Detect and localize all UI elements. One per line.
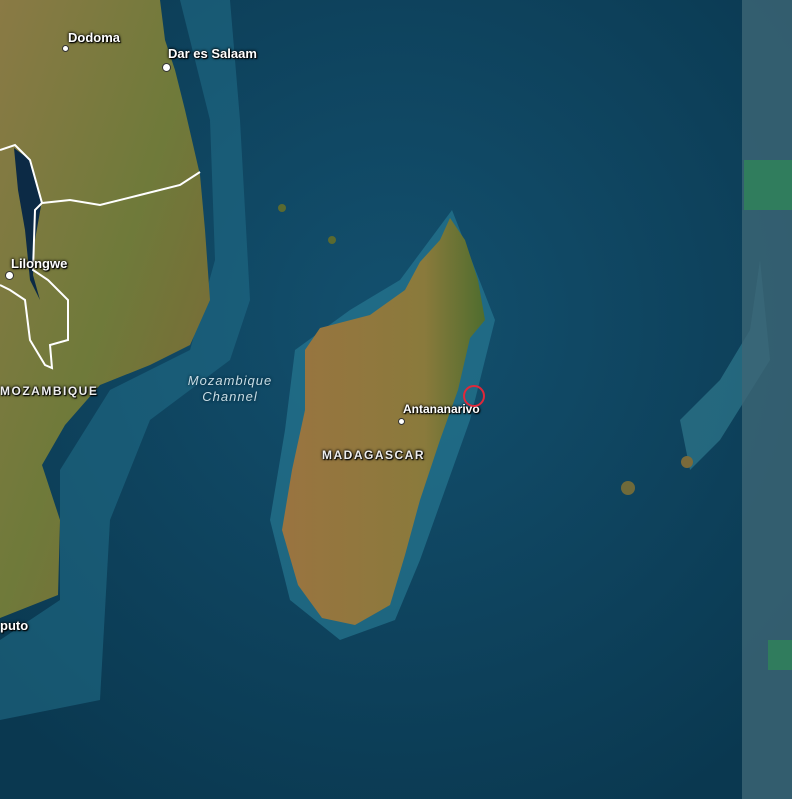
city-dot-lilongwe xyxy=(5,271,14,280)
imagery-band xyxy=(768,640,792,670)
city-dot-dar-es-salaam xyxy=(162,63,171,72)
comoros-island xyxy=(278,204,286,212)
comoros-island xyxy=(328,236,336,244)
reunion-island xyxy=(621,481,635,495)
mauritius-island xyxy=(681,456,693,468)
city-label-lilongwe[interactable]: Lilongwe xyxy=(11,256,67,271)
location-marker[interactable] xyxy=(463,385,485,407)
imagery-band xyxy=(744,160,792,210)
city-dot-dodoma xyxy=(62,45,69,52)
city-dot-antananarivo xyxy=(398,418,405,425)
country-label-mozambique[interactable]: MOZAMBIQUE xyxy=(0,384,98,398)
imagery-strip xyxy=(742,0,792,799)
city-label-dodoma[interactable]: Dodoma xyxy=(68,30,120,45)
map-canvas[interactable] xyxy=(0,0,792,799)
water-label-mozambique-channel[interactable]: Mozambique Channel xyxy=(175,373,285,405)
city-label-dar-es-salaam[interactable]: Dar es Salaam xyxy=(168,46,257,61)
city-label-maputo[interactable]: puto xyxy=(0,618,28,633)
country-label-madagascar[interactable]: MADAGASCAR xyxy=(322,448,425,462)
water-label-line2: Channel xyxy=(202,389,258,404)
water-label-line1: Mozambique xyxy=(187,373,273,388)
